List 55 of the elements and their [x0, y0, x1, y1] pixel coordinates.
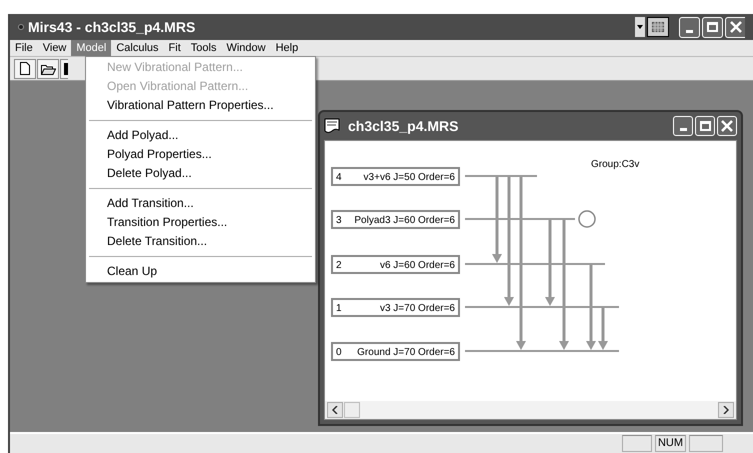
group-label: Group:C3v: [591, 159, 640, 170]
level-label[interactable]: 0 Ground J=70 Order=6: [331, 342, 460, 361]
status-pane: [622, 435, 652, 452]
menu-item[interactable]: Model: [71, 40, 112, 56]
close-button[interactable]: [717, 116, 737, 136]
dropdown-icon[interactable]: [635, 17, 645, 37]
status-indicator: NUM: [654, 435, 686, 452]
menu-item[interactable]: View: [38, 40, 72, 56]
menu-item[interactable]: File: [10, 40, 38, 56]
transition-arrow[interactable]: [598, 307, 608, 350]
open-folder-icon[interactable]: [37, 58, 59, 78]
menu-option[interactable]: Add Transition...: [86, 194, 315, 213]
menu-option[interactable]: Vibrational Pattern Properties...: [86, 96, 315, 115]
minimize-button[interactable]: [673, 116, 693, 136]
menu-option[interactable]: Polyad Properties...: [86, 145, 315, 164]
transition-arrow[interactable]: [516, 176, 526, 350]
transition-arrow[interactable]: [586, 264, 596, 350]
transition-arrow[interactable]: [559, 219, 569, 350]
level-label[interactable]: 4 v3+v6 J=50 Order=6: [331, 167, 460, 186]
save-icon[interactable]: [60, 58, 68, 78]
menu-option[interactable]: Clean Up: [86, 262, 315, 281]
energy-level-line: [465, 175, 537, 177]
level-label[interactable]: 1 v3 J=70 Order=6: [331, 298, 460, 317]
app-icon: [18, 24, 24, 30]
menu-item[interactable]: Tools: [186, 40, 222, 56]
horizontal-scrollbar[interactable]: [325, 401, 736, 419]
transition-arrow[interactable]: [492, 176, 502, 263]
grid-icon[interactable]: [647, 17, 669, 37]
menu-option[interactable]: Delete Transition...: [86, 232, 315, 251]
level-label[interactable]: 2 v6 J=60 Order=6: [331, 255, 460, 274]
window-title: Mirs43 - ch3cl35_p4.MRS: [28, 18, 196, 37]
scroll-thumb[interactable]: [344, 402, 360, 418]
level-label[interactable]: 3 Polyad3 J=60 Order=6: [331, 210, 460, 229]
menu-option[interactable]: Add Polyad...: [86, 126, 315, 145]
new-file-icon[interactable]: [14, 58, 36, 78]
close-icon[interactable]: [730, 21, 742, 33]
document-icon: [324, 118, 340, 134]
close-button[interactable]: [725, 16, 745, 38]
minimize-button[interactable]: [679, 16, 700, 38]
maximize-button[interactable]: [695, 116, 715, 136]
maximize-button[interactable]: [702, 16, 723, 38]
scroll-left-icon[interactable]: [327, 402, 343, 418]
transition-arrow[interactable]: [504, 176, 514, 306]
level-node[interactable]: [578, 210, 596, 228]
menu-item[interactable]: Help: [270, 40, 304, 56]
document-title: ch3cl35_p4.MRS: [348, 116, 458, 136]
menu-item[interactable]: Fit: [164, 40, 186, 56]
status-pane: [689, 435, 723, 452]
menu-item[interactable]: Window: [221, 40, 271, 56]
close-icon[interactable]: [721, 120, 733, 132]
menu-option[interactable]: Transition Properties...: [86, 213, 315, 232]
menu-option[interactable]: Delete Polyad...: [86, 164, 315, 183]
menu-item[interactable]: Calculus: [111, 40, 164, 56]
scroll-right-icon[interactable]: [718, 402, 734, 418]
transition-arrow[interactable]: [545, 219, 555, 306]
